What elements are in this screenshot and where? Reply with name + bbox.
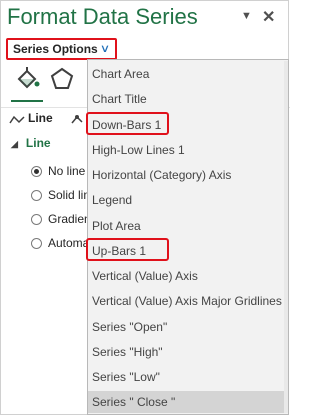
active-tab-indicator — [11, 100, 43, 102]
dropdown-item-legend[interactable]: Legend — [88, 189, 288, 211]
dropdown-item-series-high[interactable]: Series "High" — [88, 341, 288, 363]
gradient-line-radio[interactable] — [31, 214, 42, 225]
solid-line-radio[interactable] — [31, 190, 42, 201]
line-section-header[interactable]: ◢ Line — [11, 136, 51, 150]
pentagon-effects-icon[interactable] — [49, 66, 75, 97]
dropdown-item-plot-area[interactable]: Plot Area — [88, 215, 288, 237]
dropdown-item-high-low-lines-1[interactable]: High-Low Lines 1 — [88, 139, 288, 161]
dropdown-item-horizontal-axis[interactable]: Horizontal (Category) Axis — [88, 164, 288, 186]
no-line-label: No line — [48, 164, 86, 178]
dropdown-item-down-bars-1[interactable]: Down-Bars 1 — [88, 114, 288, 136]
line-subtab-icon — [9, 113, 25, 131]
dropdown-item-series-open[interactable]: Series "Open" — [88, 316, 288, 338]
dropdown-item-series-low[interactable]: Series "Low" — [88, 366, 288, 388]
pane-title: Format Data Series — [7, 4, 198, 29]
no-line-radio[interactable] — [31, 166, 42, 177]
expand-triangle-icon: ◢ — [11, 139, 18, 149]
dropdown-item-chart-title[interactable]: Chart Title — [88, 88, 288, 110]
format-data-series-pane: Format Data Series ▼ ✕ Series Options ∨ … — [0, 0, 290, 415]
dropdown-item-vertical-axis-gridlines[interactable]: Vertical (Value) Axis Major Gridlines — [88, 290, 288, 312]
tab-line[interactable]: Line — [28, 111, 53, 125]
chart-element-dropdown[interactable]: Chart Area Chart Title Down-Bars 1 High-… — [87, 59, 289, 415]
line-section-label: Line — [25, 136, 51, 150]
dropdown-item-chart-area[interactable]: Chart Area — [88, 63, 288, 85]
dropdown-scrollbar[interactable] — [284, 61, 288, 413]
series-options-button[interactable]: Series Options ∨ — [6, 38, 117, 60]
dropdown-item-vertical-axis[interactable]: Vertical (Value) Axis — [88, 265, 288, 287]
dropdown-item-series-close[interactable]: Series " Close " — [88, 391, 288, 413]
dropdown-item-up-bars-1[interactable]: Up-Bars 1 — [88, 240, 288, 262]
pane-options-dropdown-icon[interactable]: ▼ — [241, 10, 252, 22]
series-options-label: Series Options — [13, 42, 98, 56]
paint-bucket-icon[interactable] — [13, 66, 41, 99]
automatic-radio[interactable] — [31, 238, 42, 249]
close-icon[interactable]: ✕ — [262, 7, 275, 27]
marker-subtab-icon[interactable] — [71, 113, 87, 131]
chevron-down-icon: ∨ — [99, 43, 111, 55]
